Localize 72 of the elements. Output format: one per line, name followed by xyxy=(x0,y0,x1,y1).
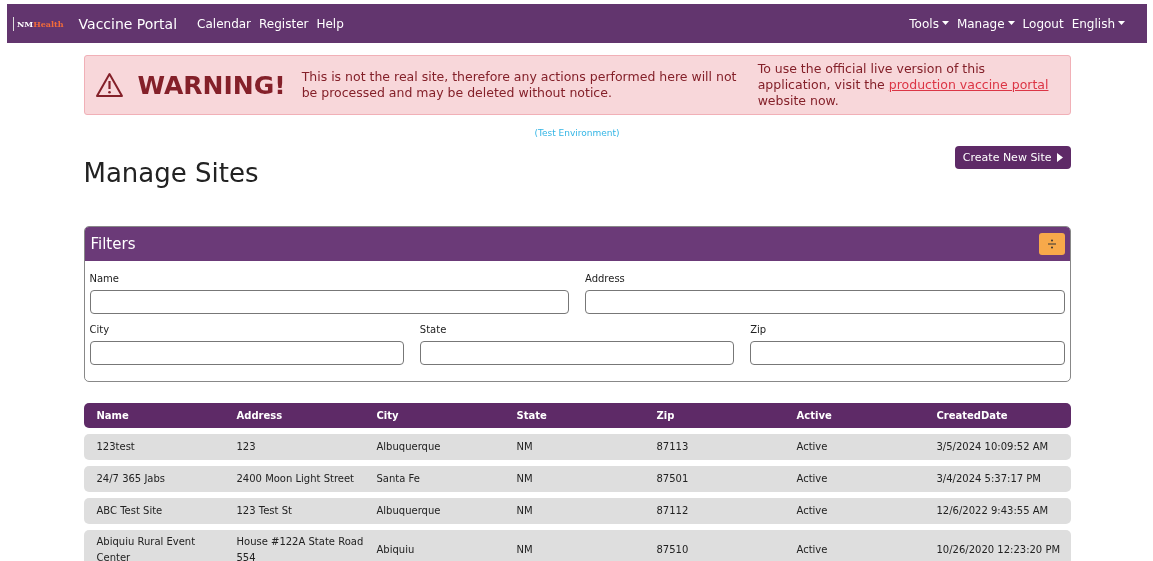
column-header: Zip xyxy=(656,410,676,421)
filter-field[interactable] xyxy=(750,341,1065,365)
divide-icon xyxy=(1047,239,1056,249)
warning-title: WARNING! xyxy=(137,70,286,100)
brand-name[interactable]: Vaccine Portal xyxy=(78,15,178,32)
table-cell-text: 87510 xyxy=(656,543,690,557)
table-cell-text: 3/5/2024 10:09:52 AM xyxy=(936,440,1050,454)
table-cell-text: Active xyxy=(796,504,829,518)
nav-dropdown[interactable]: Tools xyxy=(909,16,949,31)
table-cell-text: Abiquiu Rural Event Center xyxy=(96,535,197,561)
nav-dropdown[interactable]: Manage xyxy=(956,16,1015,31)
table-cell-text: 3/4/2024 5:37:17 PM xyxy=(936,472,1042,486)
table-cell-text: 87501 xyxy=(656,472,690,486)
environment-label: (Test Environment) xyxy=(533,128,621,138)
table-cell-text: NM xyxy=(516,472,534,486)
filters-title: Filters xyxy=(90,235,136,253)
warning-message: This is not the real site, therefore any actions performed here will not be processed and may be deleted without notice. xyxy=(301,69,738,101)
table-cell-text: Albuquerque xyxy=(376,504,442,518)
nav-link[interactable]: Register xyxy=(259,16,309,31)
table-cell-text: 12/6/2022 9:43:55 AM xyxy=(936,504,1050,518)
column-header: State xyxy=(516,410,548,421)
caret-icon xyxy=(1007,21,1015,26)
filter-field[interactable] xyxy=(89,290,569,314)
nav-link[interactable]: Help xyxy=(316,16,344,31)
table-cell-text: Active xyxy=(796,472,829,486)
play-icon xyxy=(1056,153,1063,162)
table-cell-text: 2400 Moon Light Street xyxy=(236,472,356,486)
caret-icon xyxy=(941,21,949,26)
column-header: City xyxy=(376,410,400,421)
table-cell-text: 24/7 365 Jabs xyxy=(96,472,167,486)
field-label: Zip xyxy=(750,324,768,335)
warning-icon xyxy=(94,72,124,98)
column-header: Active xyxy=(796,410,833,421)
table-row[interactable]: ABC Test Site 123 Test St Albuquerque NM 87112 Active 12/6/2022 9:43:55 AM xyxy=(83,498,1071,524)
field-label: Name xyxy=(89,273,120,284)
caret-icon xyxy=(1118,21,1125,26)
column-header: Name xyxy=(96,410,130,421)
table-cell-text: Active xyxy=(796,440,829,454)
column-header: CreatedDate xyxy=(936,410,1009,421)
filter-field[interactable] xyxy=(419,341,735,365)
table-cell-text: 123 xyxy=(236,440,257,454)
table-cell-text: Active xyxy=(796,543,829,557)
field-label: Address xyxy=(585,273,626,284)
logo[interactable]: NMHealth xyxy=(13,16,67,31)
table-cell-text: Abiquiu xyxy=(376,543,416,557)
table-cell-text: NM xyxy=(516,504,534,518)
column-header: Address xyxy=(236,410,284,421)
table-cell-text: 87112 xyxy=(656,504,690,518)
table-cell-text: ABC Test Site xyxy=(96,504,164,518)
table-cell-text: House #122A State Road 554 xyxy=(236,535,365,561)
table-row[interactable]: 24/7 365 Jabs 2400 Moon Light Street Santa Fe NM 87501 Active 3/4/2024 5:37:17 PM xyxy=(83,466,1071,492)
warning-notice: To use the official live version of this application, visit the production vaccine portal website now. xyxy=(757,61,1050,109)
table-cell-text: 123 Test St xyxy=(236,504,293,518)
table-cell-text: 10/26/2020 12:23:20 PM xyxy=(936,543,1062,557)
nav-dropdown[interactable]: English xyxy=(1071,16,1125,31)
filter-field[interactable] xyxy=(89,341,404,365)
field-label: State xyxy=(419,324,448,335)
create-site-button[interactable]: Create New Site xyxy=(954,146,1071,169)
table-cell-text: Santa Fe xyxy=(376,472,421,486)
nav-link[interactable]: Calendar xyxy=(197,16,252,31)
table-cell-text: 123test xyxy=(96,440,136,454)
table-cell-text: 87113 xyxy=(656,440,690,454)
filter-field[interactable] xyxy=(585,290,1065,314)
table-cell-text: NM xyxy=(516,543,534,557)
table-cell-text: Albuquerque xyxy=(376,440,442,454)
nav-link[interactable]: Logout xyxy=(1022,16,1064,31)
collapse-button[interactable] xyxy=(1038,233,1065,255)
table-cell-text: NM xyxy=(516,440,534,454)
page-title: Manage Sites xyxy=(83,158,259,188)
table-row[interactable]: 123test 123 Albuquerque NM 87113 Active 3/5/2024 10:09:52 AM xyxy=(83,434,1071,460)
field-label: City xyxy=(89,324,111,335)
table-row[interactable]: Abiquiu Rural Event Center House #122A State Road 554 Abiquiu NM 87510 Active 10/26/2020 12:23:20 PM xyxy=(83,530,1071,561)
